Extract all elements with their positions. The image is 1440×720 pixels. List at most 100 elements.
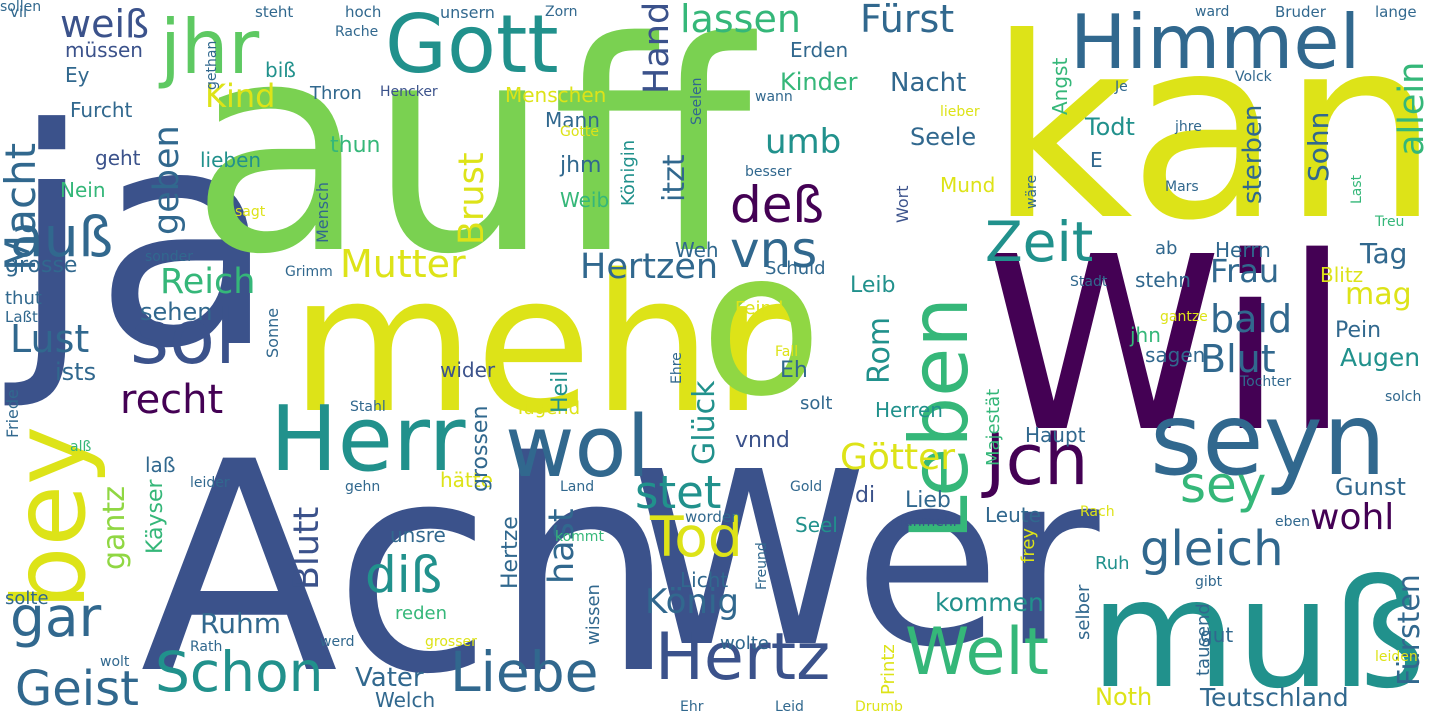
word-gold: Gold xyxy=(790,479,823,495)
word-solt: solt xyxy=(800,393,833,414)
word-käyser: Käyser xyxy=(143,479,168,555)
word-götter: Götter xyxy=(840,437,956,478)
word-sterben: sterben xyxy=(1238,104,1268,205)
word-mensch: Mensch xyxy=(313,181,332,243)
word-laßt: Laßt xyxy=(5,308,38,326)
word-seel: Seel xyxy=(795,513,838,537)
word-gotte: Gotte xyxy=(560,124,600,140)
word-sohn: Sohn xyxy=(1302,111,1335,183)
word-nein: Nein xyxy=(60,178,106,202)
word-ward: ward xyxy=(1195,4,1230,20)
word-lieben: lieben xyxy=(200,148,262,172)
word-bruder: Bruder xyxy=(1275,3,1326,21)
word-geben: geben xyxy=(147,125,187,235)
word-ists: ists xyxy=(55,358,97,386)
word-sonder: sonder xyxy=(145,249,193,265)
word-sagt: sagt xyxy=(235,204,266,220)
word-rache: Rache xyxy=(335,24,379,40)
word-rath: Rath xyxy=(190,639,223,655)
word-nacht: Nacht xyxy=(890,68,967,98)
word-herrn: Herrn xyxy=(1215,238,1271,262)
word-di: di xyxy=(855,483,876,508)
word-allein: allein xyxy=(1392,61,1432,156)
word-lieb: Lieb xyxy=(905,488,951,513)
word-heil: Heil xyxy=(548,370,573,413)
word-haupt: Haupt xyxy=(1025,423,1086,447)
word-eben: eben xyxy=(1275,514,1310,530)
word-eh: Eh xyxy=(780,358,808,383)
word-gehn: gehn xyxy=(345,479,381,495)
word-erden: Erden xyxy=(790,38,849,62)
word-glück: Glück xyxy=(687,380,722,465)
word-selber: selber xyxy=(1073,584,1094,640)
word-ruhm: Ruhm xyxy=(200,607,281,640)
word-solch: solch xyxy=(1385,389,1422,405)
word-werd: werd xyxy=(320,634,355,650)
word-stadt: Stadt xyxy=(1070,274,1108,290)
word-brust: Brust xyxy=(452,152,492,245)
word-biß: biß xyxy=(265,58,296,82)
word-ab: ab xyxy=(1155,238,1178,259)
word-leib: Leib xyxy=(850,273,896,298)
word-wann: wann xyxy=(755,89,793,105)
word-worden: worden xyxy=(685,508,741,526)
word-treu: Treu xyxy=(1375,214,1405,230)
word-seelen: Seelen xyxy=(689,77,705,126)
word-blitz: Blitz xyxy=(1320,263,1364,287)
word-furcht: Furcht xyxy=(70,98,133,122)
word-menschen: Menschen xyxy=(505,83,607,107)
word-herren: Herren xyxy=(875,398,943,422)
word-lieber: lieber xyxy=(940,104,980,120)
word-tag: Tag xyxy=(1360,237,1408,270)
word-wolte: wolte xyxy=(720,633,769,654)
word-steht: steht xyxy=(255,3,294,21)
word-besser: besser xyxy=(745,164,792,180)
word-leiden: leiden xyxy=(1375,649,1418,665)
word-weib: Weib xyxy=(560,188,610,212)
word-last: Last xyxy=(1349,174,1365,204)
word-majestät: Majestät xyxy=(983,389,1004,467)
word-e: E xyxy=(1090,148,1103,172)
word-hertze: Hertze xyxy=(498,516,523,590)
word-liebe: Liebe xyxy=(450,640,599,704)
word-ehr: Ehr xyxy=(680,699,704,715)
word-königin: Königin xyxy=(618,139,639,206)
word-tausend: tausend xyxy=(1193,602,1214,676)
word-wäre: wäre xyxy=(1024,174,1040,209)
word-noth: Noth xyxy=(1095,683,1153,711)
word-angst: Angst xyxy=(1048,57,1072,115)
word-nunmehr: nunmehr xyxy=(895,514,959,530)
word-rom: Rom xyxy=(862,316,897,384)
word-rach: Rach xyxy=(1080,504,1115,520)
word-feind: Feind xyxy=(735,298,784,319)
word-kommt: kommt xyxy=(555,529,604,545)
word-weh: Weh xyxy=(675,238,719,262)
word-schuld: Schuld xyxy=(765,258,826,279)
word-jhre: jhre xyxy=(1175,119,1202,135)
word-tochter: Tochter xyxy=(1240,374,1292,390)
word-pein: Pein xyxy=(1335,318,1382,343)
word-recht: recht xyxy=(120,377,224,423)
word-sollen: sollen xyxy=(0,0,42,15)
word-wissen: wissen xyxy=(583,583,604,645)
word-hand: Hand xyxy=(637,1,677,94)
word-mars: Mars xyxy=(1165,179,1199,195)
word-welch: Welch xyxy=(375,688,436,712)
word-augen: Augen xyxy=(1340,343,1421,372)
word-teutschland: Teutschland xyxy=(1200,683,1349,712)
word-unsern: unsern xyxy=(440,3,495,22)
word-drumb: Drumb xyxy=(855,699,903,715)
word-diß: diß xyxy=(365,546,443,604)
word-umb: umb xyxy=(765,122,842,162)
word-itzt: itzt xyxy=(657,154,692,202)
word-geht: geht xyxy=(95,146,141,170)
word-frey: frey xyxy=(1018,528,1039,564)
word-leider: leider xyxy=(190,475,230,491)
word-hast: hast xyxy=(542,508,582,584)
word-grossen: grossen xyxy=(468,406,493,493)
word-gunst: Gunst xyxy=(1335,473,1406,501)
word-reich: Reich xyxy=(160,262,256,302)
word-gantz: gantz xyxy=(97,486,132,570)
word-blutt: Blutt xyxy=(287,506,327,590)
word-stahl: Stahl xyxy=(350,399,386,415)
